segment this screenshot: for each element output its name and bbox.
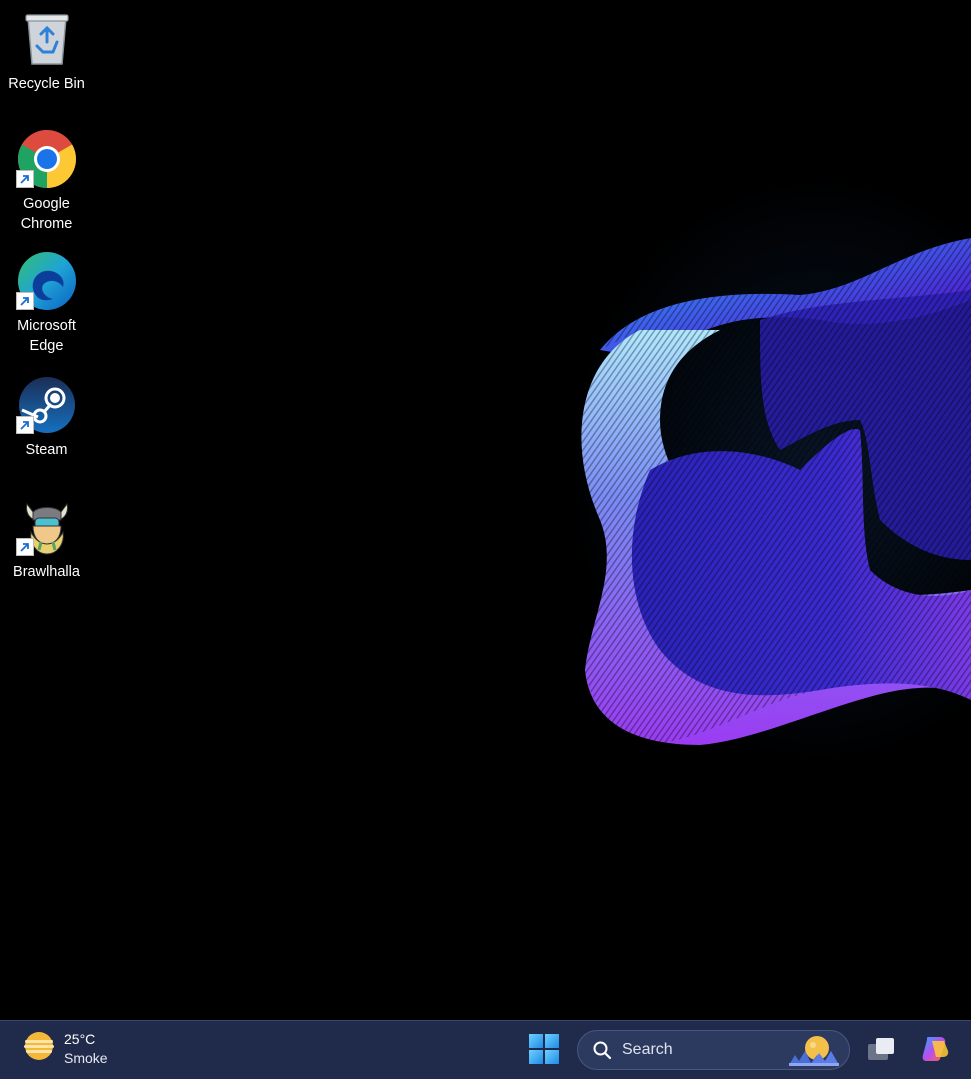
wallpaper bbox=[581, 238, 971, 745]
desktop-icon-google-chrome[interactable]: Google Chrome bbox=[0, 128, 93, 234]
steam-icon bbox=[15, 374, 78, 436]
desktop-icon-label: Steam bbox=[25, 442, 68, 458]
copilot-icon bbox=[920, 1035, 950, 1068]
search-highlight-icon bbox=[787, 1033, 841, 1072]
search-placeholder: Search bbox=[622, 1041, 673, 1058]
weather-smoke-icon bbox=[22, 1029, 56, 1068]
task-view-icon bbox=[866, 1036, 896, 1067]
desktop-icon-brawlhalla[interactable]: Brawlhalla bbox=[0, 496, 93, 582]
task-view-button[interactable] bbox=[864, 1034, 898, 1068]
taskbar-search-box[interactable]: Search bbox=[577, 1030, 850, 1070]
shortcut-arrow-icon bbox=[15, 292, 34, 310]
desktop-icon-steam[interactable]: Steam bbox=[0, 374, 93, 460]
weather-temperature: 25°C bbox=[64, 1030, 96, 1047]
weather-condition: Smoke bbox=[64, 1049, 108, 1066]
windows-start-icon bbox=[529, 1033, 559, 1069]
edge-icon bbox=[15, 250, 78, 312]
desktop-icon-label: Microsoft Edge bbox=[17, 318, 76, 354]
copilot-button[interactable] bbox=[918, 1034, 952, 1068]
desktop-icon-label: Recycle Bin bbox=[8, 76, 85, 92]
desktop: Recycle Bin Google Chrome Microsoft Edge… bbox=[0, 0, 971, 1020]
taskbar: 25°C Smoke Search bbox=[0, 1020, 971, 1079]
chrome-icon bbox=[15, 128, 78, 190]
desktop-icon-label: Google Chrome bbox=[20, 196, 73, 232]
shortcut-arrow-icon bbox=[15, 170, 34, 188]
start-button[interactable] bbox=[528, 1033, 560, 1069]
desktop-icon-recycle-bin[interactable]: Recycle Bin bbox=[0, 8, 93, 94]
desktop-icon-microsoft-edge[interactable]: Microsoft Edge bbox=[0, 250, 93, 356]
desktop-icon-label: Brawlhalla bbox=[13, 564, 80, 580]
recycle-bin-icon bbox=[16, 8, 78, 70]
brawlhalla-icon bbox=[15, 496, 78, 558]
search-icon bbox=[593, 1041, 612, 1060]
weather-widget[interactable]: 25°C Smoke bbox=[22, 1029, 108, 1068]
shortcut-arrow-icon bbox=[15, 416, 34, 434]
shortcut-arrow-icon bbox=[15, 538, 34, 556]
